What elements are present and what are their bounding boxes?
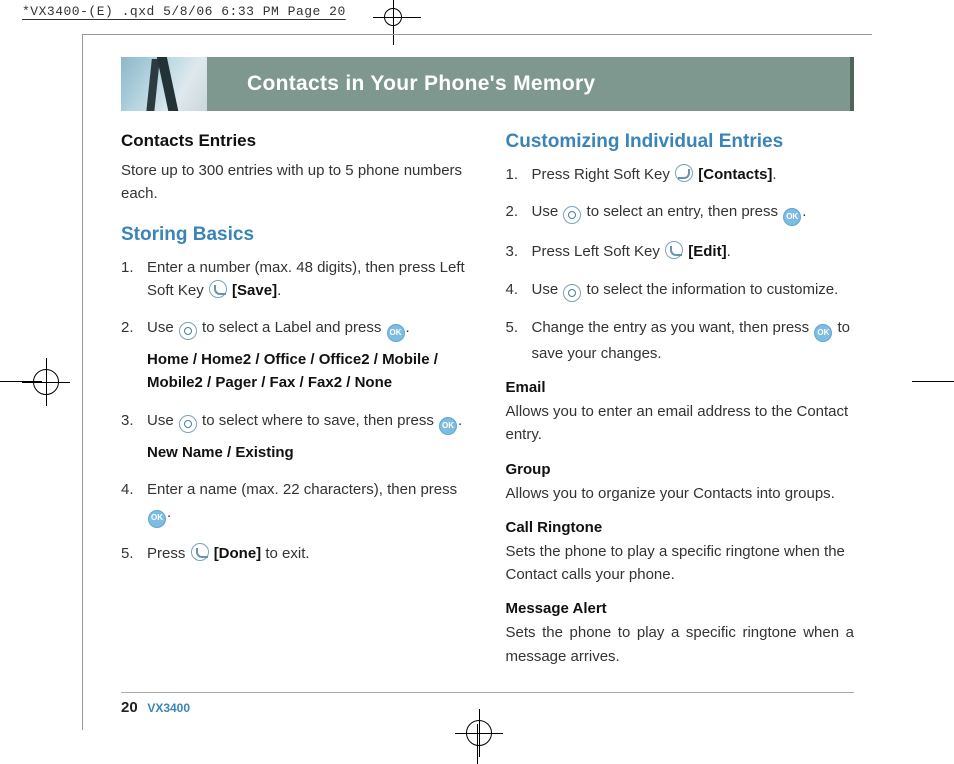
page-footer: 20 VX3400 — [121, 692, 854, 716]
chapter-title-bar: Contacts in Your Phone's Memory — [121, 57, 854, 111]
field-text: Allows you to enter an email address to … — [506, 400, 855, 447]
model-name: VX3400 — [147, 701, 190, 715]
list-item: Use to select a Label and press OK. Home… — [121, 316, 470, 395]
customizing-steps: Press Right Soft Key [Contacts]. Use to … — [506, 163, 855, 365]
left-soft-key-icon — [191, 543, 209, 561]
section-heading-customizing: Customizing Individual Entries — [506, 131, 855, 153]
list-item: Press [Done] to exit. — [121, 542, 470, 565]
crop-mark — [912, 381, 954, 382]
section-intro-text: Store up to 300 entries with up to 5 pho… — [121, 159, 470, 206]
ok-key-icon: OK — [783, 208, 801, 226]
list-item: Change the entry as you want, then press… — [506, 316, 855, 365]
ok-key-icon: OK — [387, 324, 405, 342]
field-text: Sets the phone to play a specific ringto… — [506, 540, 855, 587]
field-heading-email: Email — [506, 379, 855, 396]
save-options: New Name / Existing — [147, 441, 470, 464]
field-heading-call-ringtone: Call Ringtone — [506, 519, 855, 536]
registration-mark-icon — [384, 8, 402, 26]
list-item: Enter a name (max. 22 characters), then … — [121, 478, 470, 527]
right-soft-key-icon — [675, 164, 693, 182]
field-heading-message-alert: Message Alert — [506, 600, 855, 617]
nav-key-icon — [563, 206, 581, 224]
list-item: Press Left Soft Key [Edit]. — [506, 240, 855, 263]
section-heading-contacts-entries: Contacts Entries — [121, 131, 470, 151]
nav-key-icon — [179, 415, 197, 433]
list-item: Use to select an entry, then press OK. — [506, 200, 855, 226]
field-heading-group: Group — [506, 461, 855, 478]
chapter-title-image — [121, 57, 207, 111]
page-frame: Contacts in Your Phone's Memory Contacts… — [82, 34, 872, 730]
list-item: Enter a number (max. 48 digits), then pr… — [121, 256, 470, 303]
list-item: Press Right Soft Key [Contacts]. — [506, 163, 855, 186]
field-text: Sets the phone to play a specific ringto… — [506, 621, 855, 668]
nav-key-icon — [179, 322, 197, 340]
storing-basics-steps: Enter a number (max. 48 digits), then pr… — [121, 256, 470, 565]
ok-key-icon: OK — [439, 417, 457, 435]
doc-header-line: *VX3400-(E) .qxd 5/8/06 6:33 PM Page 20 — [0, 0, 954, 19]
right-column: Customizing Individual Entries Press Rig… — [506, 131, 855, 674]
field-text: Allows you to organize your Contacts int… — [506, 482, 855, 505]
left-soft-key-icon — [209, 280, 227, 298]
ok-key-icon: OK — [814, 324, 832, 342]
chapter-title: Contacts in Your Phone's Memory — [207, 57, 850, 111]
left-column: Contacts Entries Store up to 300 entries… — [121, 131, 470, 674]
section-heading-storing-basics: Storing Basics — [121, 224, 470, 246]
page-number: 20 — [121, 699, 138, 716]
list-item: Use to select where to save, then press … — [121, 409, 470, 464]
left-soft-key-icon — [665, 241, 683, 259]
registration-mark-icon — [33, 369, 59, 395]
label-options: Home / Home2 / Office / Office2 / Mobile… — [147, 348, 470, 395]
ok-key-icon: OK — [148, 510, 166, 528]
nav-key-icon — [563, 284, 581, 302]
list-item: Use to select the information to customi… — [506, 278, 855, 302]
